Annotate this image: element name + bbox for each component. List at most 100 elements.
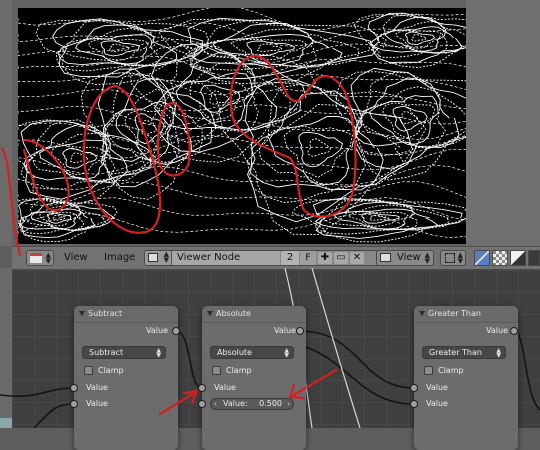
contour-line [361,212,400,224]
operation-value: Absolute [217,348,252,357]
input-socket[interactable] [410,384,418,392]
operation-dropdown[interactable]: Greater Than ▲ ▼ [422,346,506,359]
output-label: Value [274,326,296,335]
contour-line [335,71,466,181]
updown-arrows-icon: ▲ ▼ [284,347,289,359]
node-absolute[interactable]: Absolute Value Absolute ▲ ▼ Clamp Value ‹… [202,306,306,450]
contour-line [369,16,463,54]
sample-icon [445,253,455,263]
node-greater-than[interactable]: Greater Than Value Greater Than ▲ ▼ Clamp… [414,306,518,450]
collapse-triangle-icon[interactable] [419,311,425,316]
alpha-channel-icon[interactable] [492,250,508,266]
input-socket[interactable] [70,384,78,392]
updown-arrows-icon: ▲ ▼ [163,250,169,264]
clamp-checkbox[interactable] [212,366,221,375]
fake-user-button[interactable]: F [300,251,316,265]
z-buffer-icon[interactable] [510,250,526,266]
operation-dropdown[interactable]: Subtract ▲ ▼ [82,346,166,359]
contour-line [18,55,466,80]
collapse-triangle-icon[interactable] [79,311,85,316]
contour-line [353,14,466,68]
node-title: Subtract [88,309,123,318]
image-name-field[interactable]: Viewer Node [172,251,280,265]
viewer-left-edge [0,0,12,246]
contour-line [18,8,466,31]
node-header[interactable]: Subtract [74,306,178,323]
output-socket[interactable] [172,327,180,335]
clamp-checkbox[interactable] [84,366,93,375]
image-editor-region [0,0,540,246]
input-label-1: Value [426,383,448,392]
menu-view[interactable]: View [60,250,92,266]
input-label: Value [214,383,236,392]
input-label-2: Value [86,399,108,408]
clamp-checkbox[interactable] [424,366,433,375]
output-socket[interactable] [296,327,304,335]
image-datablock-selector: ▲ ▼ Viewer Node 2 F ✚ ▭ ✕ [144,250,410,266]
close-icon[interactable]: ✕ [350,252,364,264]
menu-image[interactable]: Image [100,250,139,266]
node-title: Absolute [216,309,251,318]
value-number-field[interactable]: ‹ Value: 0.500 › [210,398,294,410]
contour-line [158,18,387,85]
input-socket[interactable] [198,384,206,392]
viewer-right-edge [466,0,540,246]
input-label-2: Value [426,399,448,408]
image-users-count[interactable]: 2 [281,251,299,265]
contour-line [141,119,157,136]
updown-arrows-icon: ▲ ▼ [424,251,430,265]
node-title: Greater Than [428,309,481,318]
operation-value: Greater Than [429,348,482,357]
contour-line [298,131,344,168]
output-label: Value [486,326,508,335]
collapse-triangle-icon[interactable] [207,311,213,316]
editor-type-button[interactable]: ▲ ▼ [26,250,54,266]
color-alpha-channel-icon[interactable] [474,250,490,266]
contour-line [69,152,88,164]
image-browse-button[interactable]: ▲ ▼ [145,251,172,265]
value-field-label: Value: [223,399,248,408]
node-subtract[interactable]: Subtract Value Subtract ▲ ▼ Clamp Value V… [74,306,178,450]
contour-line [134,113,165,144]
contour-render [18,8,466,243]
image-editor-header: ▲ ▼ View Image ▲ ▼ Viewer Node 2 F ✚ ▭ ✕ V… [12,246,540,270]
folder-icon[interactable]: ▭ [334,252,348,264]
contour-line [411,34,427,42]
updown-arrows-icon: ▲ ▼ [457,251,463,265]
contour-line [97,68,217,188]
input-socket[interactable] [410,400,418,408]
updown-arrows-icon: ▲ ▼ [45,251,51,265]
contour-line [100,40,141,57]
contour-line [369,214,390,221]
toolshelf-tab[interactable] [0,418,12,428]
image-editor-icon [30,253,42,263]
input-socket[interactable] [70,400,78,408]
scopes-icon[interactable] [528,250,540,266]
contour-line [399,111,418,125]
increment-arrow-icon[interactable]: › [287,399,290,409]
view-dropdown[interactable]: View ▲ ▼ [376,250,434,266]
contour-line [18,197,115,239]
input-socket[interactable] [198,400,206,408]
node-editor-left-edge [0,268,12,428]
view-dropdown-label: View [397,252,421,263]
decrement-arrow-icon[interactable]: ‹ [214,399,217,409]
view-icon [380,253,391,262]
contour-line [212,33,314,65]
sample-tool-button[interactable]: ▲ ▼ [440,250,466,266]
value-field-number: 0.500 [259,399,282,408]
updown-arrows-icon: ▲ ▼ [156,347,161,359]
node-header[interactable]: Greater Than [414,306,518,323]
image-browse-icon [148,253,158,262]
input-label-1: Value [86,383,108,392]
plus-icon[interactable]: ✚ [318,252,332,264]
output-socket[interactable] [510,327,518,335]
operation-dropdown[interactable]: Absolute ▲ ▼ [210,346,294,359]
contour-line [354,77,460,148]
operation-value: Subtract [89,348,124,357]
contour-line [257,43,283,52]
node-header[interactable]: Absolute [202,306,306,323]
viewer-image-canvas[interactable] [18,8,466,244]
contour-line [62,148,98,169]
clamp-label: Clamp [438,366,464,375]
